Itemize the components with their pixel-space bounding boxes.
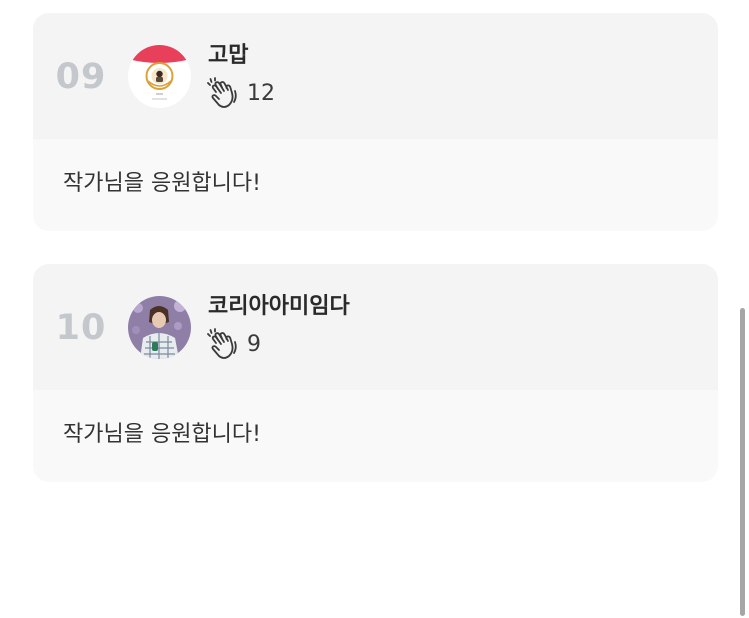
avatar[interactable] xyxy=(128,45,191,108)
comment-card: 09 고맙 12 작가님을 응원합니다! xyxy=(33,13,718,231)
comment-message: 작가님을 응원합니다! xyxy=(63,171,261,196)
comment-card-header: 09 고맙 12 xyxy=(33,13,718,139)
avatar[interactable] xyxy=(128,296,191,359)
rank-number: 09 xyxy=(55,57,107,97)
cheer-button[interactable]: 9 xyxy=(207,328,261,362)
author-name[interactable]: 고맙 xyxy=(208,41,248,71)
scrollbar[interactable] xyxy=(740,308,745,616)
clapping-hands-icon xyxy=(207,77,243,111)
comment-ranking-page: 09 고맙 12 작가님을 응원합니다! 10 코리아아미임다 9 작가님을 응… xyxy=(0,0,749,618)
clapping-hands-icon xyxy=(207,328,243,362)
rank-number: 10 xyxy=(55,308,107,348)
cheer-count: 12 xyxy=(247,81,275,106)
comment-message: 작가님을 응원합니다! xyxy=(63,422,261,447)
cheer-button[interactable]: 12 xyxy=(207,77,275,111)
comment-card: 10 코리아아미임다 9 작가님을 응원합니다! xyxy=(33,264,718,482)
author-name[interactable]: 코리아아미임다 xyxy=(208,292,350,322)
cheer-count: 9 xyxy=(247,332,261,357)
comment-card-header: 10 코리아아미임다 9 xyxy=(33,264,718,390)
